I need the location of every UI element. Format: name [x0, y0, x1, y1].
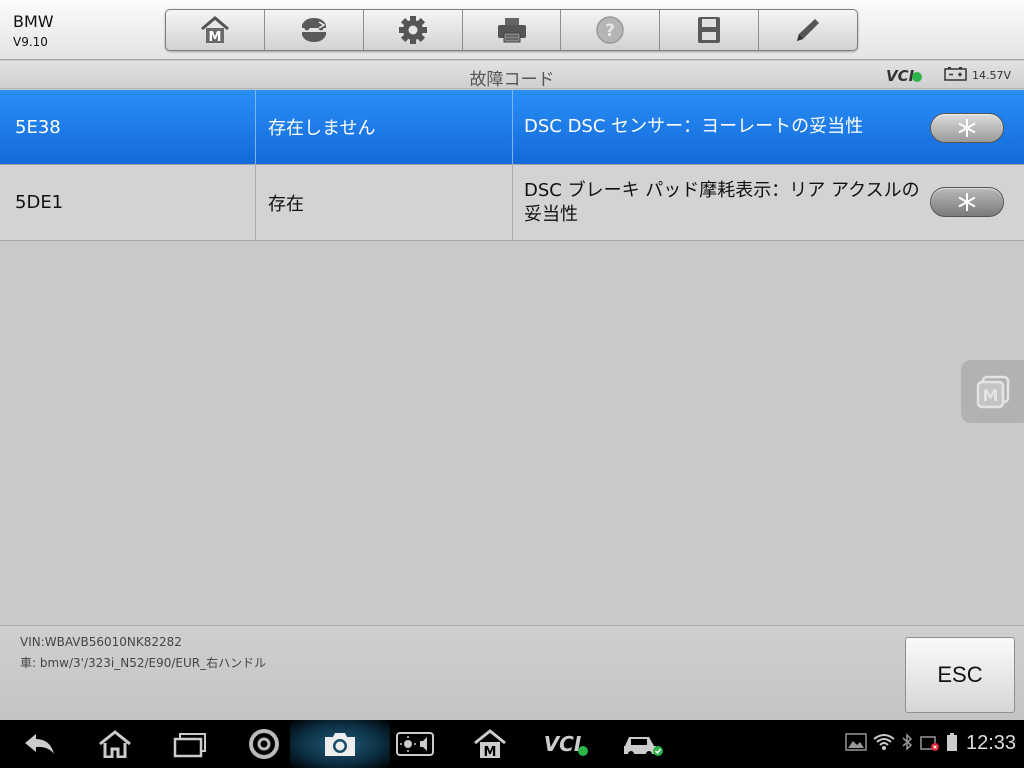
battery-icon: [944, 67, 967, 81]
brand-name: BMW: [13, 12, 54, 31]
dtc-table: 5E38 存在しません DSC DSC センサー：ヨーレートの妥当性 5DE1 …: [0, 90, 1024, 241]
esc-button[interactable]: ESC: [905, 637, 1015, 713]
diagnostics-home-app[interactable]: M: [470, 728, 510, 760]
vehicle-connection-app[interactable]: [620, 728, 666, 760]
svg-text:?: ?: [605, 21, 615, 41]
dtc-code: 5DE1: [0, 165, 256, 240]
car-check-icon: [624, 737, 663, 757]
brand-block: BMW V9.10: [13, 12, 54, 49]
network-disconnected-icon: [920, 736, 939, 751]
display-sound-settings[interactable]: [395, 728, 435, 760]
help-button[interactable]: ?: [561, 10, 661, 50]
brightness-volume-icon: [396, 732, 434, 756]
dtc-status: 存在: [256, 165, 513, 240]
m-home-icon: M: [474, 729, 506, 759]
save-icon: [698, 17, 721, 43]
vehicle-path-text: 車: bmw/3'/323i_N52/E90/EUR_右ハンドル: [20, 656, 267, 670]
camera-app[interactable]: [320, 728, 360, 760]
vci-label: VCI: [886, 67, 915, 85]
dtc-code: 5E38: [0, 90, 256, 164]
home-m-icon: M: [200, 16, 229, 45]
freeze-frame-button[interactable]: [930, 187, 1004, 217]
app-version: V9.10: [13, 35, 48, 49]
camera-icon: [325, 733, 355, 756]
print-button[interactable]: [463, 10, 562, 50]
help-icon: ?: [596, 16, 625, 44]
settings-button[interactable]: [364, 10, 463, 50]
settings-gear-icon: [398, 16, 427, 44]
bluetooth-icon: [902, 733, 913, 751]
m-logo-icon: M: [976, 375, 1009, 408]
svg-text:M: M: [982, 386, 998, 405]
image-notification-icon: [845, 733, 867, 751]
table-row[interactable]: 5E38 存在しません DSC DSC センサー：ヨーレートの妥当性: [0, 90, 1024, 165]
dtc-status: 存在しません: [256, 90, 513, 164]
vci-app-label: VCI: [543, 732, 582, 756]
edit-button[interactable]: [759, 10, 857, 50]
chrome-icon: [249, 729, 279, 759]
wifi-icon: [873, 734, 895, 750]
back-arrow-icon: [25, 734, 54, 754]
top-bar: BMW V9.10 M ?: [0, 0, 1024, 60]
page-title: 故障コード: [469, 70, 555, 90]
edit-pencil-icon: [797, 19, 820, 41]
vehicle-info-panel: VIN:WBAVB56010NK82282 車: bmw/3'/323i_N52…: [0, 625, 1024, 720]
svg-text:M: M: [484, 745, 497, 759]
battery-voltage: 14.57V: [972, 69, 1012, 82]
recent-apps-icon: [173, 733, 206, 758]
freeze-frame-button[interactable]: [930, 113, 1004, 143]
recent-apps-button[interactable]: [170, 728, 210, 760]
dtc-description: DSC DSC センサー：ヨーレートの妥当性: [524, 116, 864, 137]
home-nav-button[interactable]: [95, 728, 135, 760]
vehicle-swap-icon: [301, 18, 326, 42]
printer-icon: [497, 18, 526, 43]
system-clock: 12:33: [966, 732, 1017, 754]
save-button[interactable]: [660, 10, 760, 50]
home-icon: [99, 730, 131, 758]
main-toolbar: M ?: [165, 9, 858, 51]
status-icons: [845, 733, 957, 751]
system-nav-bar: M VCI 12:33: [0, 720, 1024, 768]
floating-shortcut-button[interactable]: M: [961, 360, 1024, 423]
snowflake-icon: [958, 119, 976, 137]
vci-ok-icon: [912, 72, 923, 82]
svg-text:M: M: [208, 30, 221, 45]
title-bar: 故障コード VCI 14.57V: [0, 61, 1024, 90]
home-button[interactable]: M: [166, 10, 265, 50]
vci-manager-app[interactable]: VCI: [540, 728, 592, 760]
table-row[interactable]: 5DE1 存在 DSC ブレーキ パッド摩耗表示：リア アクスルの妥当性: [0, 165, 1024, 241]
snowflake-icon: [958, 193, 976, 211]
vehicle-swap-button[interactable]: [265, 10, 364, 50]
vci-ok-badge-icon: [578, 746, 589, 756]
vci-connection-status: VCI: [886, 67, 923, 85]
back-button[interactable]: [20, 728, 60, 760]
battery-level-icon: [947, 733, 957, 751]
vin-text: VIN:WBAVB56010NK82282: [20, 635, 182, 649]
dtc-description: DSC ブレーキ パッド摩耗表示：リア アクスルの妥当性: [524, 179, 920, 225]
browser-app[interactable]: [244, 728, 284, 760]
